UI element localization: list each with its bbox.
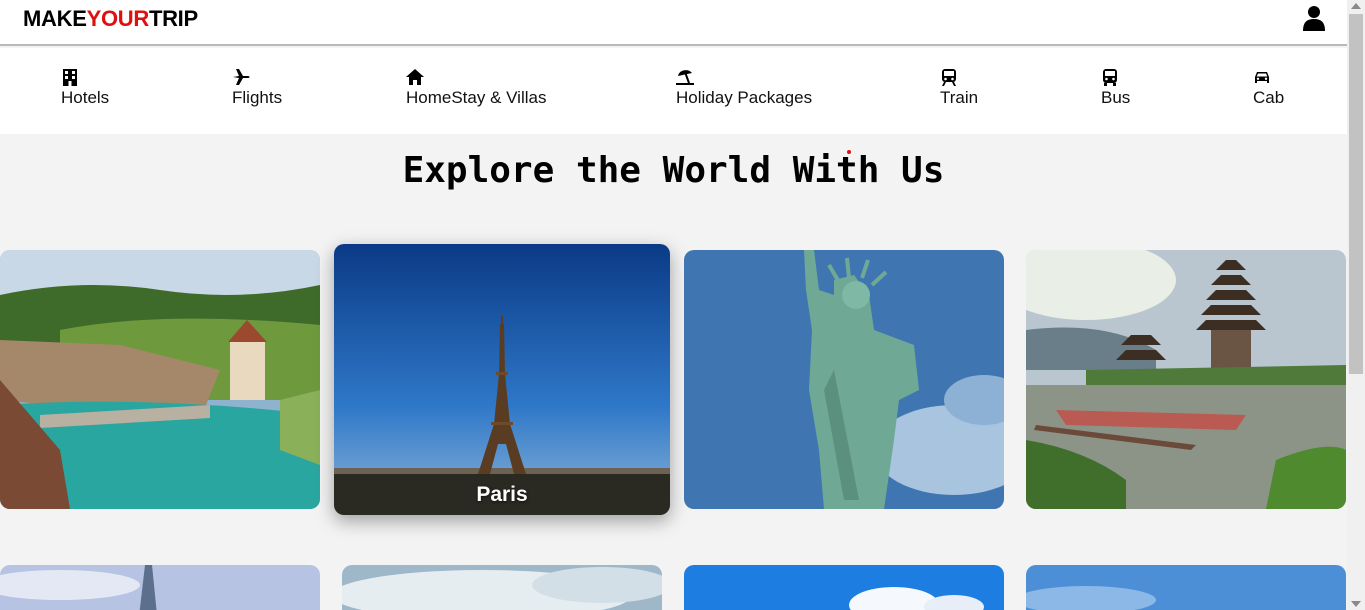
page-title: Explore the World With Us bbox=[402, 150, 945, 191]
nav-label: Cab bbox=[1253, 88, 1285, 107]
logo[interactable]: MAKEYOURTRIP bbox=[23, 6, 198, 32]
scrollbar-thumb[interactable] bbox=[1349, 14, 1363, 374]
nav-item-train[interactable]: Train bbox=[940, 68, 978, 108]
nav-label: Bus bbox=[1101, 88, 1131, 107]
nav-item-flights[interactable]: Flights bbox=[232, 68, 282, 108]
umbrella-beach-icon bbox=[676, 70, 694, 85]
user-icon[interactable] bbox=[1302, 5, 1326, 31]
scroll-up-icon[interactable] bbox=[1351, 3, 1361, 9]
home-icon bbox=[406, 69, 424, 85]
plane-icon bbox=[233, 69, 250, 85]
skyscraper-image bbox=[0, 565, 320, 610]
nav-label: Hotels bbox=[61, 88, 110, 107]
destination-card-paris[interactable]: Paris bbox=[334, 244, 670, 515]
nav-item-homestay[interactable]: HomeStay & Villas bbox=[406, 68, 546, 108]
bus-icon bbox=[1103, 69, 1117, 86]
eiffel-tower-image bbox=[334, 244, 670, 515]
nav-label: Flights bbox=[232, 88, 283, 107]
bali-temple-lake-image bbox=[1026, 250, 1346, 509]
logo-part-make: MAKE bbox=[23, 6, 87, 31]
nav-label: Holiday Packages bbox=[676, 88, 813, 107]
destination-card-row2-1[interactable] bbox=[0, 565, 320, 610]
nav-label: HomeStay & Villas bbox=[406, 88, 547, 107]
service-nav: Hotels Flights HomeStay & Villas Holiday… bbox=[0, 48, 1347, 134]
destination-card-row2-4[interactable] bbox=[1026, 565, 1346, 610]
swiss-river-town-image bbox=[0, 250, 320, 509]
card-label: Paris bbox=[476, 483, 528, 506]
page-scrollbar[interactable] bbox=[1347, 0, 1365, 610]
destination-card-row2-2[interactable] bbox=[342, 565, 662, 610]
nav-item-holiday-packages[interactable]: Holiday Packages bbox=[676, 68, 812, 108]
blue-sky-image bbox=[684, 565, 1004, 610]
destination-card-bali[interactable] bbox=[1026, 250, 1346, 509]
page: MAKEYOURTRIP Hotels Flights HomeStay & V… bbox=[0, 0, 1347, 610]
hotel-icon bbox=[63, 69, 77, 86]
logo-part-trip: TRIP bbox=[148, 6, 198, 31]
car-icon bbox=[1255, 72, 1269, 83]
destination-card-new-york[interactable] bbox=[684, 250, 1004, 509]
nav-item-bus[interactable]: Bus bbox=[1101, 68, 1130, 108]
top-bar: MAKEYOURTRIP bbox=[0, 0, 1347, 46]
nav-item-hotels[interactable]: Hotels bbox=[61, 68, 109, 108]
nav-label: Train bbox=[940, 88, 979, 107]
logo-part-your: YOUR bbox=[86, 6, 150, 31]
scroll-down-icon[interactable] bbox=[1351, 601, 1361, 607]
statue-of-liberty-image bbox=[684, 250, 1004, 509]
nav-item-cab[interactable]: Cab bbox=[1253, 68, 1284, 108]
destination-card-swiss[interactable] bbox=[0, 250, 320, 509]
train-icon bbox=[942, 69, 956, 86]
cloudy-sky-image bbox=[342, 565, 662, 610]
destination-card-row2-3[interactable] bbox=[684, 565, 1004, 610]
decorative-dot bbox=[847, 150, 851, 154]
clear-sky-image bbox=[1026, 565, 1346, 610]
